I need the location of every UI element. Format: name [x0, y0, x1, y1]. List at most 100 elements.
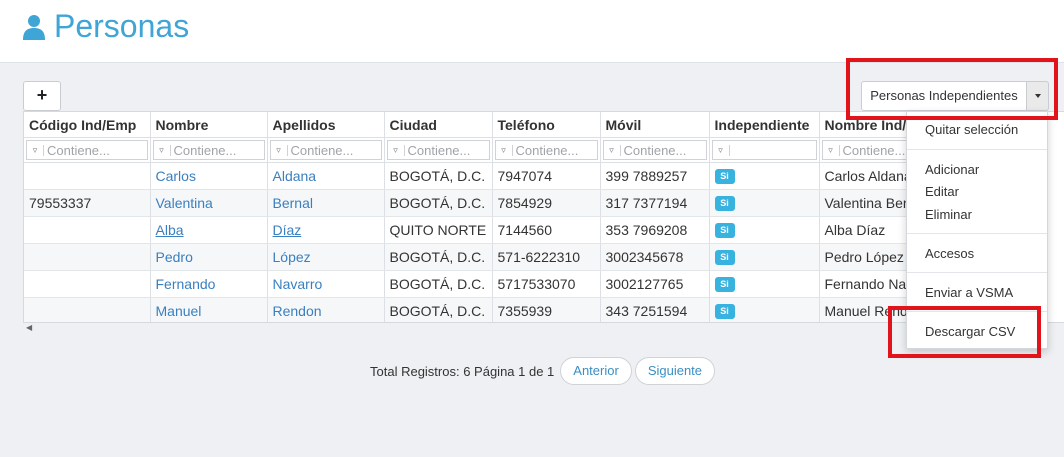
cell-ciudad-text: BOGOTÁ, D.C. — [389, 276, 486, 292]
cell-apellidos-link[interactable]: López — [273, 249, 311, 265]
table-row[interactable]: Carlos Aldana BOGOTÁ, D.C. 7947074 399 78892… — [24, 162, 966, 190]
menu-item-quitar-seleccion[interactable]: Quitar selección — [925, 122, 1018, 137]
status-badge: Si — [714, 196, 735, 212]
table-row[interactable]: Manuel Rendon BOGOTÁ, D.C. 7355939 343 72515… — [24, 297, 966, 322]
status-badge: Si — [714, 223, 735, 239]
page-title-text: Personas — [54, 8, 190, 44]
cell-ciudad: BOGOTÁ, D.C. — [384, 297, 493, 322]
cell-nombre[interactable]: Fernando — [150, 270, 268, 298]
cell-apellidos-link[interactable]: Rendon — [273, 303, 322, 319]
cell-codigo — [24, 216, 151, 244]
table-row[interactable]: Pedro López BOGOTÁ, D.C. 571-6222310 3002345… — [24, 243, 966, 271]
cell-independiente: Si — [709, 189, 820, 217]
cell-apellidos[interactable]: Rendon — [267, 297, 385, 322]
filter-icon[interactable]: ▿ — [496, 144, 513, 156]
cell-ciudad-text: BOGOTÁ, D.C. — [389, 168, 486, 184]
menu-divider — [907, 233, 1047, 234]
menu-divider — [907, 149, 1047, 150]
cell-nombre[interactable]: Pedro — [150, 243, 268, 271]
cell-apellidos[interactable]: Bernal — [267, 189, 385, 217]
cell-nombre-link[interactable]: Carlos — [156, 168, 196, 184]
cell-apellidos-link[interactable]: Aldana — [273, 168, 317, 184]
menu-item-editar[interactable]: Editar — [925, 184, 959, 199]
cell-codigo — [24, 162, 151, 190]
cell-movil: 3002345678 — [600, 243, 710, 271]
menu-item-adicionar[interactable]: Adicionar — [925, 162, 979, 177]
column-header-codigo[interactable]: Código Ind/Emp — [24, 112, 151, 138]
cell-ciudad-text: BOGOTÁ, D.C. — [389, 195, 486, 211]
table-row[interactable]: 79553337 Valentina Bernal BOGOTÁ, D.C. 78549… — [24, 189, 966, 217]
cell-telefono: 7355939 — [492, 297, 601, 322]
column-header-movil[interactable]: Móvil — [600, 112, 710, 138]
scroll-left-arrow-icon[interactable]: ◀ — [26, 323, 32, 332]
cell-codigo-text: 79553337 — [29, 195, 92, 211]
cell-telefono: 5717533070 — [492, 270, 601, 298]
status-badge: Si — [714, 277, 735, 293]
cell-nombre[interactable]: Alba — [150, 216, 268, 244]
grid-body: Carlos Aldana BOGOTÁ, D.C. 7947074 399 78892… — [24, 162, 966, 322]
filter-icon[interactable]: ▿ — [604, 144, 621, 156]
cell-nombre[interactable]: Valentina — [150, 189, 268, 217]
filter-icon[interactable]: ▿ — [271, 144, 288, 156]
cell-apellidos[interactable]: Díaz — [267, 216, 385, 244]
cell-apellidos[interactable]: Aldana — [267, 162, 385, 190]
column-header-telefono[interactable]: Teléfono — [492, 112, 601, 138]
cell-ciudad: QUITO NORTE — [384, 216, 493, 244]
filter-input-movil[interactable]: ▿ Contiene... — [602, 140, 707, 160]
table-row[interactable]: Alba Díaz QUITO NORTE 7144560 353 7969208 Si A… — [24, 216, 966, 244]
pagination: Total Registros: 6 Página 1 de 1 Anterio… — [370, 357, 716, 385]
column-header-nombre[interactable]: Nombre — [150, 112, 268, 138]
cell-telefono-text: 7947074 — [497, 168, 553, 184]
cell-nombre-link[interactable]: Alba — [156, 222, 184, 238]
status-badge: Si — [714, 169, 735, 185]
cell-nombre-link[interactable]: Fernando — [156, 276, 216, 292]
table-row[interactable]: Fernando Navarro BOGOTÁ, D.C. 5717533070 300… — [24, 270, 966, 298]
cell-apellidos-link[interactable]: Bernal — [273, 195, 313, 211]
add-button[interactable]: + — [23, 81, 61, 111]
menu-item-eliminar[interactable]: Eliminar — [925, 207, 972, 222]
cell-ciudad: BOGOTÁ, D.C. — [384, 270, 493, 298]
menu-item-accesos[interactable]: Accesos — [925, 246, 974, 261]
user-icon — [23, 14, 45, 40]
cell-apellidos[interactable]: Navarro — [267, 270, 385, 298]
status-badge: Si — [714, 250, 735, 266]
filter-placeholder: Contiene... — [290, 142, 354, 158]
column-header-independiente[interactable]: Independiente — [709, 112, 820, 138]
cell-nombre-link[interactable]: Valentina — [156, 195, 213, 211]
cell-telefono-text: 5717533070 — [497, 276, 576, 292]
cell-apellidos[interactable]: López — [267, 243, 385, 271]
cell-ciudad: BOGOTÁ, D.C. — [384, 243, 493, 271]
filter-icon[interactable]: ▿ — [713, 144, 730, 156]
cell-apellidos-link[interactable]: Díaz — [273, 222, 302, 238]
filter-icon[interactable]: ▿ — [388, 144, 405, 156]
menu-item-enviar-vsma[interactable]: Enviar a VSMA — [925, 285, 1013, 300]
cell-nombre[interactable]: Carlos — [150, 162, 268, 190]
filter-input-telefono[interactable]: ▿ Contiene... — [494, 140, 598, 160]
cell-ciudad-text: BOGOTÁ, D.C. — [389, 303, 486, 319]
filter-icon[interactable]: ▿ — [27, 144, 44, 156]
filter-icon[interactable]: ▿ — [154, 144, 171, 156]
cell-nombre[interactable]: Manuel — [150, 297, 268, 322]
filter-input-apellidos[interactable]: ▿ Contiene... — [269, 140, 382, 160]
cell-movil-text: 343 7251594 — [605, 303, 688, 319]
next-page-button[interactable]: Siguiente — [634, 357, 716, 385]
cell-nombre-link[interactable]: Pedro — [156, 249, 193, 265]
cell-nombre-ind-text: Carlos Aldana — [824, 168, 912, 184]
cell-movil-text: 317 7377194 — [605, 195, 688, 211]
cell-movil-text: 3002345678 — [605, 249, 684, 265]
cell-independiente: Si — [709, 270, 820, 298]
cell-independiente: Si — [709, 243, 820, 271]
cell-apellidos-link[interactable]: Navarro — [273, 276, 323, 292]
filter-input-independiente[interactable]: ▿ — [711, 140, 817, 160]
cell-movil-text: 3002127765 — [605, 276, 684, 292]
cell-telefono: 7947074 — [492, 162, 601, 190]
filter-input-ciudad[interactable]: ▿ Contiene... — [386, 140, 490, 160]
column-header-apellidos[interactable]: Apellidos — [267, 112, 385, 138]
filter-input-codigo[interactable]: ▿ Contiene... — [26, 140, 148, 160]
prev-page-button[interactable]: Anterior — [560, 357, 632, 385]
filter-input-nombre[interactable]: ▿ Contiene... — [152, 140, 265, 160]
cell-movil: 399 7889257 — [600, 162, 710, 190]
filter-icon[interactable]: ▿ — [823, 144, 840, 156]
cell-nombre-link[interactable]: Manuel — [156, 303, 202, 319]
column-header-ciudad[interactable]: Ciudad — [384, 112, 493, 138]
